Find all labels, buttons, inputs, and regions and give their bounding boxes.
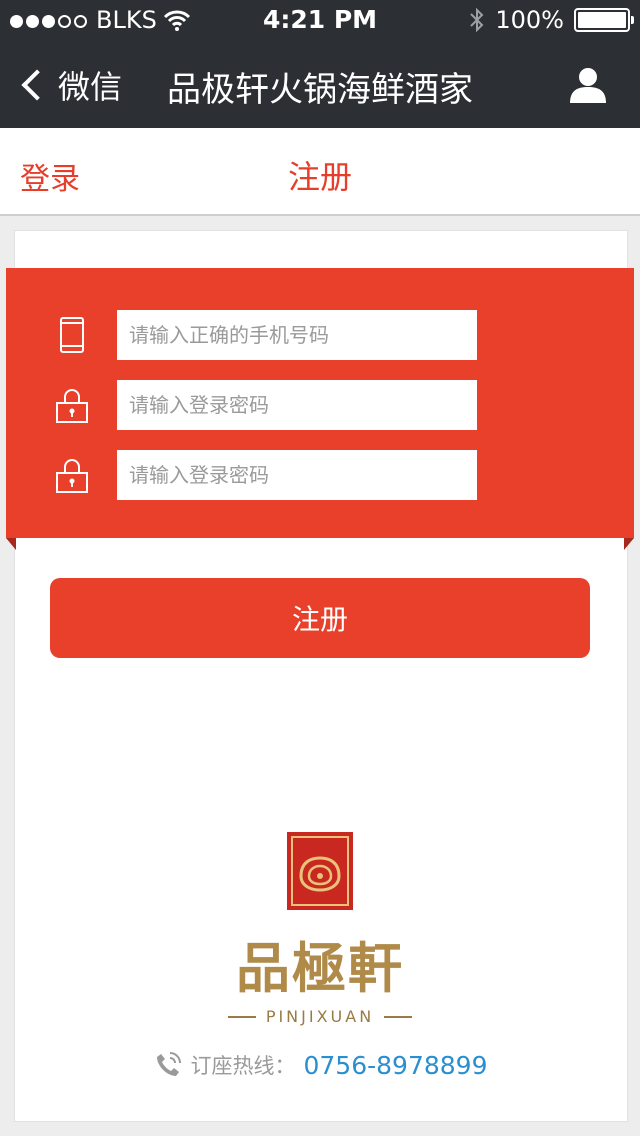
logo-chinese-name: 品極軒	[236, 936, 404, 1000]
tab-bar: 登录 注册	[0, 128, 640, 216]
top-bar: BLKS 4:21 PM 100% 微信 品极轩火锅海鲜酒家	[0, 0, 640, 128]
page-title: 品极轩火锅海鲜酒家	[167, 70, 473, 110]
tab-register[interactable]: 注册	[0, 152, 640, 198]
hotline-label: 订座热线：	[190, 1054, 296, 1078]
battery-icon	[574, 8, 634, 32]
phone-input[interactable]	[117, 310, 477, 360]
lock-icon	[56, 389, 88, 423]
band-fold-left	[6, 538, 16, 550]
phone-icon	[60, 317, 84, 353]
nav-bar: 微信 品极轩火锅海鲜酒家	[0, 40, 640, 128]
confirm-password-input[interactable]	[117, 450, 477, 500]
password-input[interactable]	[117, 380, 477, 430]
hotline: 订座热线： 0756-8978899	[0, 1050, 640, 1080]
lock-icon	[56, 459, 88, 493]
battery-percent: 100%	[495, 6, 564, 34]
user-icon[interactable]	[568, 64, 608, 104]
password-row	[0, 380, 640, 430]
logo-english-text: PINJIXUAN	[265, 1007, 375, 1026]
phone-call-icon	[156, 1052, 181, 1076]
phone-row	[0, 310, 640, 360]
brand-logo: 品極軒 PINJIXUAN	[0, 832, 640, 1026]
band-fold-right	[624, 538, 634, 550]
register-button[interactable]: 注册	[50, 578, 590, 658]
status-right: 100%	[469, 6, 634, 34]
logo-english-name: PINJIXUAN	[0, 1007, 640, 1026]
seal-logo-icon	[287, 832, 353, 910]
bluetooth-icon	[470, 7, 484, 33]
confirm-password-row	[0, 450, 640, 500]
status-bar: BLKS 4:21 PM 100%	[0, 0, 640, 40]
hotline-number[interactable]: 0756-8978899	[304, 1051, 488, 1080]
